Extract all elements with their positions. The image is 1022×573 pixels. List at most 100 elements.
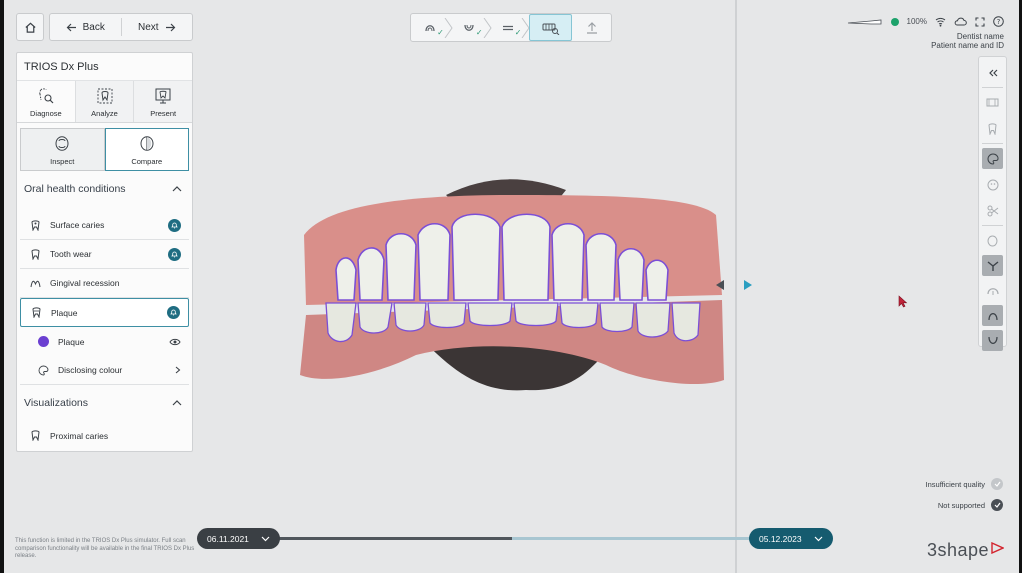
window-frame-left [0, 0, 4, 573]
back-label: Back [82, 21, 105, 33]
chevron-up-icon [172, 400, 182, 406]
visualizations-section-header[interactable]: Visualizations [17, 389, 192, 417]
condition-tooth-wear[interactable]: Tooth wear [20, 240, 189, 269]
brand-logo: 3shape [927, 540, 1004, 561]
step-scan-lower[interactable]: ✓ [450, 14, 492, 41]
step-analyze[interactable] [529, 14, 573, 41]
timeline-track-past[interactable] [262, 537, 512, 540]
mouse-cursor-icon [898, 295, 908, 308]
tab-present[interactable]: Present [134, 81, 193, 122]
panel-title: TRIOS Dx Plus [17, 53, 192, 81]
tool-cut[interactable] [982, 200, 1003, 221]
timeline-track-future[interactable] [512, 537, 757, 540]
rail-divider [982, 87, 1003, 88]
collapse-button[interactable] [982, 62, 1003, 83]
tooth-wear-icon [31, 248, 40, 260]
gum-recession-icon [30, 280, 41, 287]
tool-lower-arch[interactable] [982, 330, 1003, 351]
tool-bite-view[interactable] [982, 255, 1003, 276]
eye-icon[interactable] [169, 338, 181, 346]
back-button[interactable]: Back [50, 14, 121, 40]
step-export[interactable] [572, 14, 611, 41]
double-chevron-left-icon [988, 69, 997, 76]
upper-arch-icon [987, 312, 998, 320]
inspect-icon [55, 136, 69, 151]
tab-diagnose-label: Diagnose [29, 109, 62, 118]
tool-upper-jaw[interactable] [982, 280, 1003, 301]
simulator-note: This function is limited in the TRIOS Dx… [15, 538, 195, 559]
tool-monochrome[interactable] [982, 174, 1003, 195]
next-label: Next [137, 21, 159, 33]
analyze-icon [97, 88, 112, 104]
not-supported-label: Not supported [937, 500, 985, 510]
date-selector-left[interactable]: 06.11.2021 [197, 528, 280, 549]
step-bite[interactable]: ✓ [489, 14, 531, 41]
fullscreen-icon[interactable] [975, 16, 985, 27]
condition-plaque[interactable]: Plaque [20, 298, 189, 327]
bite-view-icon [987, 260, 998, 271]
svg-text:?: ? [997, 18, 1001, 26]
tool-occlusal-view[interactable] [982, 92, 1003, 113]
tool-tooth-view[interactable] [982, 118, 1003, 139]
compare-icon [140, 136, 154, 151]
rail-divider [982, 225, 1003, 226]
dentist-name: Dentist name [956, 32, 1004, 41]
visualization-proximal-caries[interactable]: Proximal caries [20, 421, 189, 450]
oral-health-section-header[interactable]: Oral health conditions [17, 175, 192, 203]
palette-icon [987, 152, 998, 165]
both-jaws-icon [987, 235, 998, 246]
help-icon[interactable]: ? [993, 16, 1004, 27]
visualizations-title: Visualizations [24, 397, 89, 409]
bell-icon[interactable] [167, 306, 180, 319]
back-next-group: Back Next [49, 13, 193, 41]
compare-divider[interactable] [735, 0, 737, 573]
compare-arrow-left-icon[interactable] [716, 280, 724, 290]
plaque-tooth-icon [32, 307, 41, 318]
insufficient-check-icon [991, 478, 1003, 490]
status-bar: 100% ? [847, 16, 1004, 27]
check-icon: ✓ [475, 28, 483, 37]
tab-compare-label: Compare [131, 157, 163, 166]
tab-analyze[interactable]: Analyze [75, 81, 135, 122]
oral-health-title: Oral health conditions [24, 183, 126, 195]
dental-3d-model[interactable] [296, 175, 728, 395]
bell-icon[interactable] [168, 247, 181, 261]
disclosing-colour-label: Disclosing colour [58, 365, 123, 375]
mode-tabs: Diagnose Analyze Present [17, 81, 193, 123]
plaque-layer-row[interactable]: Plaque [20, 327, 189, 356]
diagnose-icon [39, 88, 54, 104]
tool-both-jaws[interactable] [982, 230, 1003, 251]
arrow-right-icon [165, 23, 175, 31]
view-tabs: Inspect Compare [17, 123, 192, 171]
gingival-recession-label: Gingival recession [50, 278, 120, 288]
check-icon: ✓ [514, 28, 522, 37]
tab-inspect[interactable]: Inspect [20, 128, 105, 171]
date-selector-right[interactable]: 05.12.2023 [749, 528, 833, 549]
bell-icon[interactable] [168, 218, 181, 232]
scissors-icon [987, 205, 998, 216]
tool-rail [978, 56, 1007, 351]
tool-upper-arch[interactable] [982, 305, 1003, 326]
next-button[interactable]: Next [122, 14, 193, 40]
condition-surface-caries[interactable]: Surface caries [20, 211, 189, 240]
user-info[interactable]: Dentist name Patient name and ID [931, 32, 1004, 50]
compare-arrow-right-icon[interactable] [744, 280, 752, 290]
tool-color-mode[interactable] [982, 148, 1003, 169]
legend-not-supported: Not supported [938, 499, 1003, 511]
lower-jaw-icon [464, 24, 474, 31]
tab-diagnose[interactable]: Diagnose [17, 81, 76, 122]
wifi-icon[interactable] [935, 17, 946, 27]
surface-caries-label: Surface caries [50, 220, 105, 230]
condition-gingival-recession[interactable]: Gingival recession [20, 269, 189, 298]
disclosing-colour-row[interactable]: Disclosing colour [20, 356, 189, 385]
step-scan-upper[interactable]: ✓ [411, 14, 453, 41]
tab-compare[interactable]: Compare [104, 128, 189, 171]
tooth-icon [988, 122, 997, 135]
analyze-teeth-icon [542, 23, 560, 35]
palette-icon [38, 365, 49, 375]
cloud-icon[interactable] [954, 17, 967, 27]
home-icon [24, 22, 36, 33]
home-button[interactable] [16, 13, 44, 41]
tooth-wear-label: Tooth wear [50, 249, 92, 259]
patient-label: Patient name and ID [931, 41, 1004, 50]
